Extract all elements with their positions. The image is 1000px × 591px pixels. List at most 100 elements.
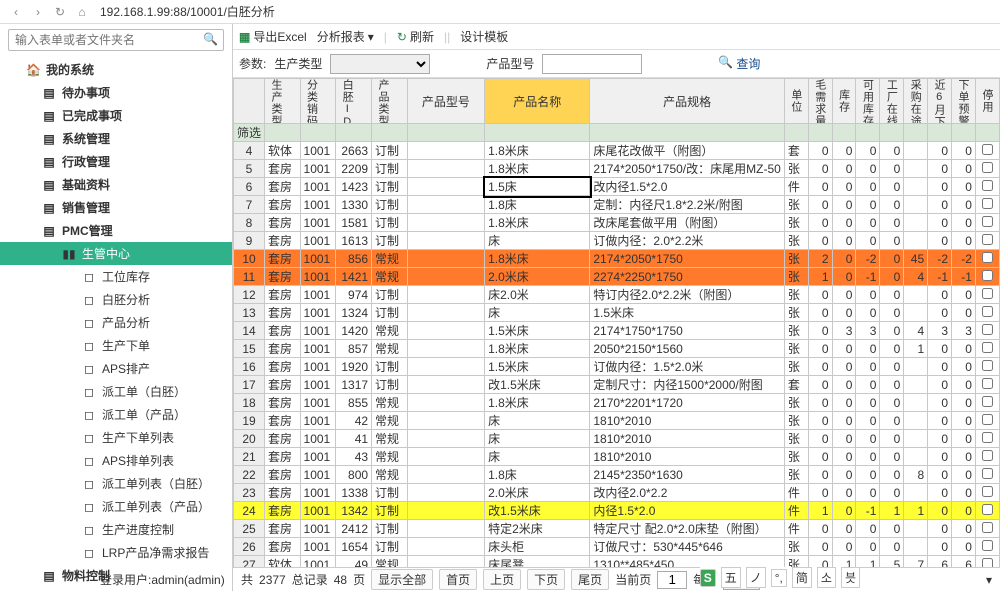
cell[interactable]: 套房 xyxy=(265,376,301,394)
cell[interactable]: 0 xyxy=(856,376,880,394)
cell[interactable]: 0 xyxy=(808,430,832,448)
table-row[interactable]: 12套房1001974订制床2.0米特订内径2.0*2.2米（附图）张00000… xyxy=(234,286,1000,304)
cell[interactable]: 订制 xyxy=(372,232,408,250)
cell[interactable]: 张 xyxy=(784,466,808,484)
table-row[interactable]: 5套房10012209订制1.8米床2174*2050*1750/改：床尾用MZ… xyxy=(234,160,1000,178)
table-row[interactable]: 10套房1001856常规1.8米床2174*2050*1750张20-2045… xyxy=(234,250,1000,268)
cell[interactable] xyxy=(904,160,928,178)
cell[interactable]: 张 xyxy=(784,322,808,340)
table-row[interactable]: 27软体100149常规床尾凳1310**485*450张0115766 xyxy=(234,556,1000,568)
cell[interactable]: 0 xyxy=(808,358,832,376)
cell[interactable]: 0 xyxy=(880,142,904,160)
cell[interactable]: 1 xyxy=(856,556,880,568)
query-button[interactable]: 🔍查询 xyxy=(718,55,760,72)
chevron-down-icon[interactable]: ▾ xyxy=(986,573,992,587)
checkbox-cell[interactable] xyxy=(975,268,999,286)
cell[interactable]: 特订内径2.0*2.2米（附图） xyxy=(590,286,784,304)
cell[interactable]: 订制 xyxy=(372,142,408,160)
cell[interactable]: 张 xyxy=(784,160,808,178)
table-row[interactable]: 13套房10011324订制床1.5米床张000000 xyxy=(234,304,1000,322)
table-row[interactable]: 14套房10011420常规1.5米床2174*1750*1750张033043… xyxy=(234,322,1000,340)
checkbox-cell[interactable] xyxy=(975,196,999,214)
cell[interactable]: 0 xyxy=(928,196,952,214)
cell[interactable]: 2412 xyxy=(336,520,372,538)
table-row[interactable]: 21套房100143常规床1810*2010张000000 xyxy=(234,448,1000,466)
cell[interactable]: 订制 xyxy=(372,376,408,394)
cell[interactable]: 1.5米床 xyxy=(485,322,590,340)
cell[interactable]: 1423 xyxy=(336,178,372,196)
cell[interactable]: 0 xyxy=(880,160,904,178)
cell[interactable]: 2174*2050*1750/改：床尾用MZ-50 xyxy=(590,160,784,178)
cell[interactable]: 0 xyxy=(832,304,856,322)
cell[interactable]: 8 xyxy=(904,466,928,484)
col-header[interactable]: 近6月下单量 xyxy=(928,79,952,124)
current-page-input[interactable] xyxy=(657,571,687,589)
cell[interactable]: 1001 xyxy=(300,556,336,568)
cell[interactable]: 套房 xyxy=(265,340,301,358)
checkbox-cell[interactable] xyxy=(975,160,999,178)
cell[interactable]: 0 xyxy=(880,196,904,214)
cell[interactable]: 2274*2250*1750 xyxy=(590,268,784,286)
cell[interactable] xyxy=(407,232,485,250)
cell[interactable] xyxy=(407,376,485,394)
cell[interactable]: 定制：内径尺1.8*2.2米/附图 xyxy=(590,196,784,214)
cell[interactable]: 0 xyxy=(808,196,832,214)
cell[interactable]: 0 xyxy=(832,484,856,502)
cell[interactable] xyxy=(904,484,928,502)
table-row[interactable]: 17套房10011317订制改1.5米床定制尺寸：内径1500*2000/附图套… xyxy=(234,376,1000,394)
cell[interactable]: 0 xyxy=(856,448,880,466)
cell[interactable]: 0 xyxy=(928,160,952,178)
checkbox-cell[interactable] xyxy=(975,250,999,268)
col-header[interactable]: 毛需求量 xyxy=(808,79,832,124)
cell[interactable]: 订做内径：1.5*2.0米 xyxy=(590,358,784,376)
cell[interactable]: 1654 xyxy=(336,538,372,556)
cell[interactable]: 床 xyxy=(485,430,590,448)
cell[interactable]: 0 xyxy=(832,214,856,232)
cell[interactable]: -1 xyxy=(856,268,880,286)
cell[interactable]: 1421 xyxy=(336,268,372,286)
cell[interactable]: 43 xyxy=(336,448,372,466)
cell[interactable]: 套房 xyxy=(265,268,301,286)
cell[interactable]: 订制 xyxy=(372,178,408,196)
cell[interactable]: 1810*2010 xyxy=(590,412,784,430)
cell[interactable]: 常规 xyxy=(372,250,408,268)
checkbox-cell[interactable] xyxy=(975,556,999,568)
cell[interactable]: 1310**485*450 xyxy=(590,556,784,568)
cell[interactable]: 0 xyxy=(928,466,952,484)
cell[interactable]: 0 xyxy=(856,538,880,556)
cell[interactable]: 0 xyxy=(928,520,952,538)
cell[interactable]: 张 xyxy=(784,286,808,304)
cell[interactable]: 1001 xyxy=(300,520,336,538)
cell[interactable]: 订制 xyxy=(372,538,408,556)
cell[interactable]: 床 xyxy=(485,412,590,430)
cell[interactable]: 常规 xyxy=(372,448,408,466)
cell[interactable]: 1324 xyxy=(336,304,372,322)
tree-leaf[interactable]: ◻APS排产 xyxy=(0,357,232,380)
cell[interactable]: 订制 xyxy=(372,358,408,376)
cell[interactable]: 常规 xyxy=(372,412,408,430)
cell[interactable]: 套房 xyxy=(265,394,301,412)
cell[interactable] xyxy=(904,142,928,160)
cell[interactable]: 订制 xyxy=(372,484,408,502)
cell[interactable] xyxy=(407,430,485,448)
cell[interactable]: 0 xyxy=(880,394,904,412)
tree-leaf[interactable]: ◻生产下单列表 xyxy=(0,426,232,449)
cell[interactable]: 0 xyxy=(880,376,904,394)
cell[interactable]: 5 xyxy=(880,556,904,568)
cell[interactable]: 0 xyxy=(832,502,856,520)
checkbox-cell[interactable] xyxy=(975,322,999,340)
cell[interactable]: 张 xyxy=(784,412,808,430)
cell[interactable]: 1810*2010 xyxy=(590,430,784,448)
cell[interactable]: 2.0米床 xyxy=(485,268,590,286)
filter-cell[interactable] xyxy=(808,124,832,142)
cell[interactable]: 1317 xyxy=(336,376,372,394)
cell[interactable]: 床尾花改做平（附图） xyxy=(590,142,784,160)
product-model-input[interactable] xyxy=(542,54,642,74)
cell[interactable]: 0 xyxy=(880,448,904,466)
cell[interactable]: -2 xyxy=(856,250,880,268)
tree-leaf[interactable]: ◻APS排单列表 xyxy=(0,449,232,472)
cell[interactable]: 套 xyxy=(784,142,808,160)
cell[interactable]: 张 xyxy=(784,538,808,556)
cell[interactable]: 1001 xyxy=(300,448,336,466)
cell[interactable]: 0 xyxy=(808,556,832,568)
